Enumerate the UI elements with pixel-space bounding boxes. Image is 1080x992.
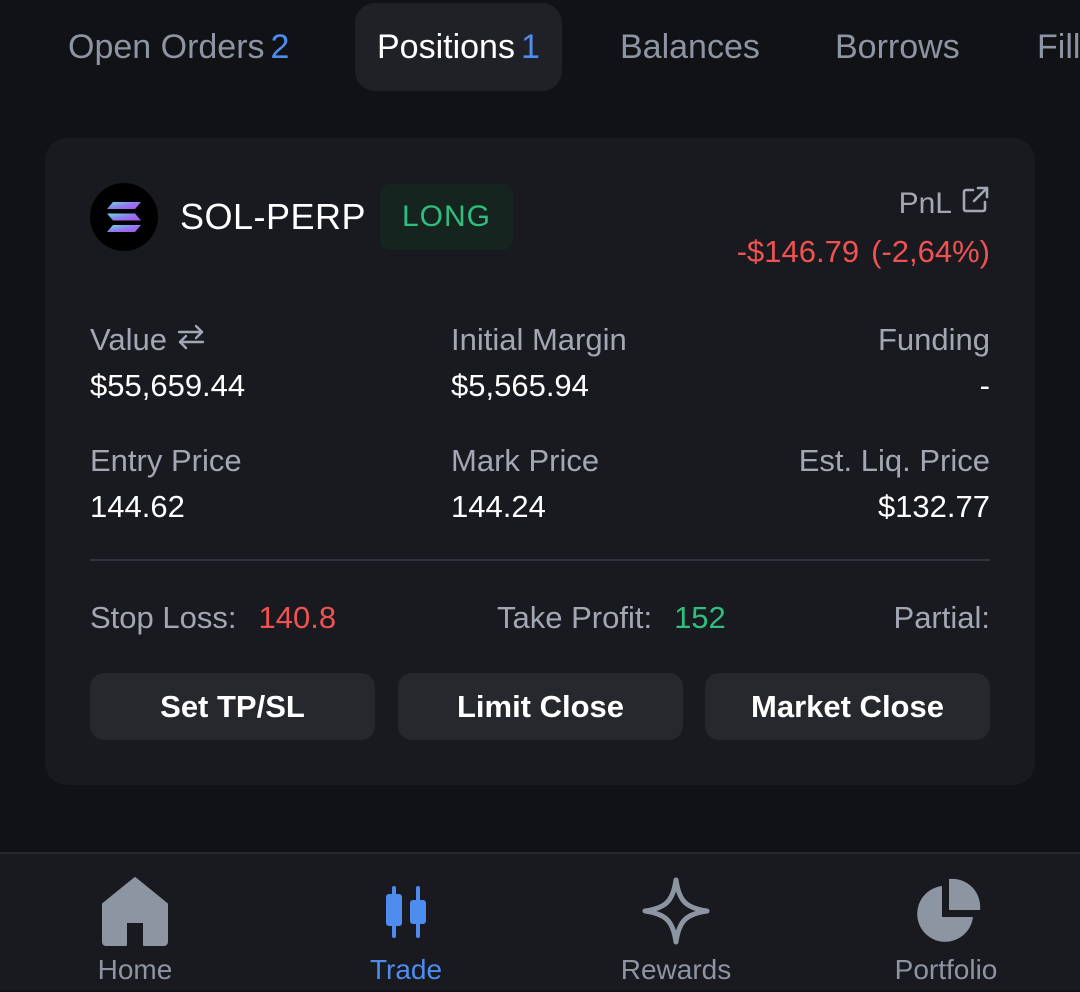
market-name: SOL-PERP bbox=[180, 196, 367, 237]
set-tpsl-button[interactable]: Set TP/SL bbox=[90, 673, 375, 740]
stat-label: Mark Price bbox=[451, 443, 600, 478]
pnl-label: PnL bbox=[898, 187, 952, 220]
tab-positions[interactable]: Positions 1 bbox=[355, 3, 562, 91]
nav-trade[interactable]: Trade bbox=[306, 854, 506, 992]
pnl-header[interactable]: PnL bbox=[899, 185, 990, 223]
stat-label: Funding bbox=[877, 322, 990, 357]
tab-label: Fills bbox=[1037, 28, 1080, 66]
tab-count-badge: 1 bbox=[520, 28, 540, 66]
stat-amount: $132.77 bbox=[877, 489, 990, 524]
stat-label: Est. Liq. Price bbox=[798, 443, 990, 478]
position-side-badge: LONG bbox=[380, 184, 513, 250]
position-card: SOL-PERP LONG PnL -$146.79 (-2,64%) Value… bbox=[45, 138, 1035, 785]
stat-funding: Funding - bbox=[878, 322, 990, 404]
stat-label: Entry Price bbox=[90, 443, 242, 478]
tab-label: Balances bbox=[620, 28, 760, 66]
stat-mark-price: Mark Price 144.24 bbox=[451, 443, 599, 525]
stat-amount: 144.62 bbox=[90, 489, 185, 524]
tab-balances[interactable]: Balances bbox=[620, 3, 760, 91]
limit-close-button[interactable]: Limit Close bbox=[398, 673, 683, 740]
tab-label: Borrows bbox=[835, 28, 960, 66]
take-profit-label: Take Profit: bbox=[497, 600, 653, 635]
position-tabs: Open Orders 2 Positions 1 Balances Borrows… bbox=[0, 0, 1080, 100]
partial-label: Partial: bbox=[893, 600, 990, 635]
partial: Partial: bbox=[894, 600, 990, 636]
stop-loss-label: Stop Loss: bbox=[90, 600, 237, 635]
pie-chart-icon bbox=[911, 876, 981, 946]
external-link-icon[interactable] bbox=[960, 185, 990, 223]
nav-label: Rewards bbox=[620, 954, 732, 985]
swap-arrows-icon[interactable] bbox=[177, 322, 205, 358]
home-icon bbox=[100, 876, 170, 946]
sparkle-star-icon bbox=[641, 876, 711, 946]
tab-borrows[interactable]: Borrows bbox=[835, 3, 960, 91]
nav-home[interactable]: Home bbox=[35, 854, 235, 992]
tab-open-orders[interactable]: Open Orders 2 bbox=[68, 3, 289, 91]
market-close-button[interactable]: Market Close bbox=[705, 673, 990, 740]
tab-label: Open Orders bbox=[68, 28, 265, 66]
stat-initial-margin: Initial Margin $5,565.94 bbox=[451, 322, 627, 404]
stat-label: Value bbox=[90, 322, 167, 357]
stat-value: Value $55,659.44 bbox=[90, 322, 245, 404]
tab-fills[interactable]: Fills bbox=[1037, 3, 1080, 91]
solana-logo-icon bbox=[90, 183, 158, 251]
take-profit-value: 152 bbox=[674, 600, 726, 635]
tab-label: Positions bbox=[377, 28, 515, 66]
stat-liq-price: Est. Liq. Price $132.77 bbox=[799, 443, 990, 525]
take-profit: Take Profit: 152 bbox=[497, 600, 726, 636]
stat-amount: 144.24 bbox=[451, 489, 546, 524]
nav-rewards[interactable]: Rewards bbox=[576, 854, 776, 992]
stat-label: Initial Margin bbox=[451, 322, 627, 357]
nav-label: Trade bbox=[369, 954, 443, 985]
bottom-nav: Home Trade Rewards Portfolio bbox=[0, 852, 1080, 990]
nav-portfolio[interactable]: Portfolio bbox=[846, 854, 1046, 992]
stat-entry-price: Entry Price 144.62 bbox=[90, 443, 242, 525]
pnl-value: -$146.79 (-2,64%) bbox=[737, 234, 990, 270]
pnl-amount: -$146.79 bbox=[736, 234, 860, 269]
stop-loss-value: 140.8 bbox=[258, 600, 337, 635]
nav-label: Portfolio bbox=[894, 954, 998, 985]
nav-label: Home bbox=[97, 954, 173, 985]
candlestick-icon bbox=[371, 876, 441, 946]
tab-count-badge: 2 bbox=[270, 28, 290, 66]
pnl-percent: (-2,64%) bbox=[871, 234, 990, 269]
stat-amount: - bbox=[979, 368, 990, 403]
stop-loss: Stop Loss: 140.8 bbox=[90, 600, 336, 636]
stat-amount: $5,565.94 bbox=[451, 368, 589, 403]
stat-amount: $55,659.44 bbox=[90, 368, 246, 403]
divider bbox=[90, 559, 990, 561]
